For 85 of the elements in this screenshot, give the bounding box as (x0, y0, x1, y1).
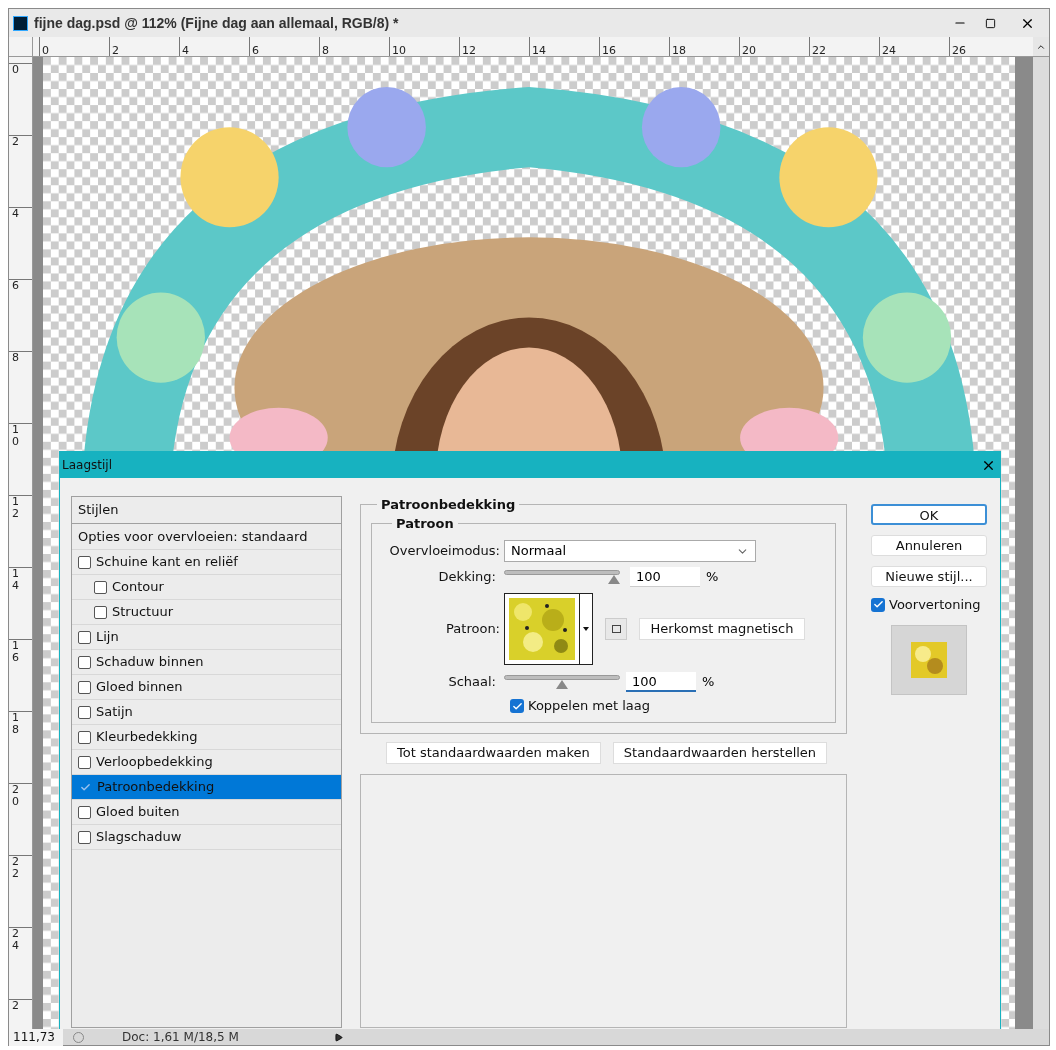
checkbox[interactable] (78, 830, 91, 844)
defaults-button[interactable]: Standaardwaarden herstellen (612, 742, 828, 764)
ruler-label: 10 (12, 424, 19, 449)
slider[interactable] (504, 570, 620, 584)
checkbox[interactable] (510, 699, 524, 713)
style-list-item[interactable]: Structuur (72, 599, 341, 624)
field-label: Overvloeimodus: (388, 542, 501, 561)
checkbox[interactable] (94, 605, 107, 619)
ruler-label: 12 (12, 496, 19, 521)
blend-mode-dropdown[interactable]: Normaal (504, 540, 756, 562)
opacity-input[interactable]: 100 (630, 567, 700, 587)
snap-origin-button[interactable]: Herkomst magnetisch (639, 618, 805, 640)
checkbox[interactable] (871, 597, 885, 612)
checkbox-label: Voorvertoning (889, 596, 981, 614)
maximize-icon (984, 17, 996, 29)
ruler-label: 14 (12, 568, 19, 593)
ruler-label: 4 (182, 44, 189, 57)
style-list-item[interactable]: Satijn (72, 699, 341, 724)
ruler-label: 0 (12, 64, 19, 77)
ruler-label: 24 (12, 928, 19, 953)
ruler-label: 2 (12, 136, 19, 149)
blend-options-item[interactable]: Opties voor overvloeien: standaard (72, 523, 341, 549)
caret-icon (583, 627, 589, 631)
new-preset-button[interactable] (605, 618, 627, 640)
ruler-label: 2 (12, 1000, 19, 1013)
style-list-item[interactable]: Slagschaduw (72, 824, 341, 849)
ruler-label: 22 (12, 856, 19, 881)
ruler-label: 6 (12, 280, 19, 293)
scrollbar[interactable] (1033, 57, 1049, 1029)
ruler-label: 24 (882, 44, 896, 57)
style-list-item[interactable]: Gloed buiten (72, 799, 341, 824)
defaults-button[interactable]: Tot standaardwaarden maken (386, 742, 601, 764)
checkbox-label: Koppelen met laag (528, 697, 650, 716)
ruler-label: 6 (252, 44, 259, 57)
slider[interactable] (504, 675, 620, 689)
dialog-title: Laagstijl (62, 457, 112, 474)
checkbox[interactable] (78, 730, 91, 744)
ruler-label: 2 (112, 44, 119, 57)
style-list-item[interactable]: Patroonbedekking (72, 774, 341, 799)
checkbox[interactable] (78, 630, 91, 644)
pattern-swatch (509, 598, 575, 660)
ruler-label: 20 (12, 784, 19, 809)
ruler-label: 16 (12, 640, 19, 665)
style-list-item[interactable]: Contour (72, 574, 341, 599)
checkbox[interactable] (94, 580, 107, 594)
ruler-label: 20 (742, 44, 756, 57)
style-list-item[interactable]: Gloed binnen (72, 674, 341, 699)
scale-input[interactable]: 100 (626, 672, 696, 692)
field-label: Schaal: (447, 673, 497, 692)
pattern-picker[interactable] (504, 593, 593, 665)
ruler-label: 4 (12, 208, 19, 221)
ruler-label: 10 (392, 44, 406, 57)
ruler-label: 8 (12, 352, 19, 365)
ruler-label: 12 (462, 44, 476, 57)
style-list-item[interactable]: Schuine kant en reliëf (72, 549, 341, 574)
document-size: Doc: 1,61 M/18,5 M (122, 1029, 240, 1046)
field-label: Patroon: (445, 620, 501, 639)
checkbox[interactable] (78, 705, 91, 719)
field-label: Dekking: (437, 568, 497, 587)
checkbox[interactable] (78, 655, 91, 669)
ruler-label: 22 (812, 44, 826, 57)
preview-swatch (911, 641, 947, 678)
dialog-button[interactable]: OK (871, 504, 987, 525)
play-icon[interactable] (334, 1032, 343, 1042)
checkbox[interactable] (78, 555, 91, 569)
ruler-label: 18 (12, 712, 19, 737)
style-list-item[interactable]: Schaduw binnen (72, 649, 341, 674)
ruler-label: 0 (42, 44, 49, 57)
checkbox[interactable] (78, 755, 91, 769)
style-list-item[interactable]: Kleurbedekking (72, 724, 341, 749)
checkbox[interactable] (78, 680, 91, 694)
ruler-label: 14 (532, 44, 546, 57)
ruler-label: 18 (672, 44, 686, 57)
list-header: Stijlen (78, 501, 119, 520)
app-icon (13, 15, 28, 31)
checkbox[interactable] (78, 805, 91, 819)
dialog-button[interactable]: Nieuwe stijl... (871, 566, 987, 587)
ruler-label: 8 (322, 44, 329, 57)
style-list-item[interactable]: Lijn (72, 624, 341, 649)
window-title: fijne dag.psd @ 112% (Fijne dag aan allemaal, RGB/8) * (34, 13, 399, 33)
unit-label: % (702, 673, 715, 692)
unit-label: % (706, 568, 719, 587)
ruler-label: 16 (602, 44, 616, 57)
ruler-label: 26 (952, 44, 966, 57)
dialog-button[interactable]: Annuleren (871, 535, 987, 556)
